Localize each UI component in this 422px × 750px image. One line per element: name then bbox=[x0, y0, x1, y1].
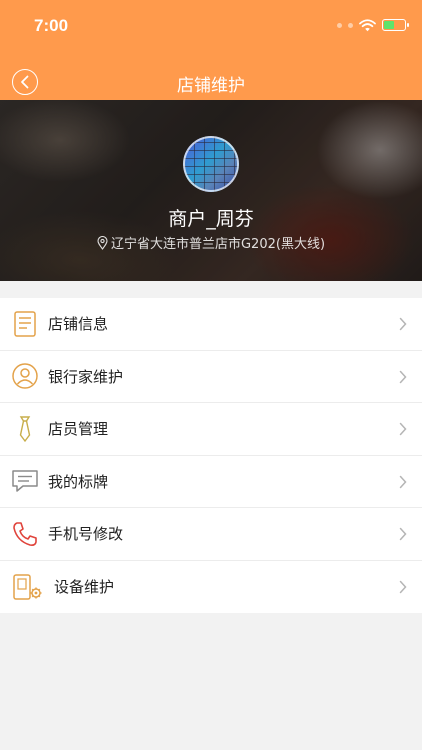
chevron-right-icon bbox=[399, 317, 407, 331]
location-pin-icon bbox=[97, 235, 108, 250]
device-gear-icon bbox=[11, 573, 45, 601]
tie-icon bbox=[11, 415, 39, 443]
settings-list: 店铺信息 银行家维护 店员管理 我的标牌 手机号修改 设备维护 bbox=[0, 298, 422, 613]
merchant-name: 商户_周芬 bbox=[168, 208, 254, 230]
menu-item-store-info[interactable]: 店铺信息 bbox=[0, 298, 422, 351]
page-title: 店铺维护 bbox=[177, 76, 245, 96]
address-text: 辽宁省大连市普兰店市G202(黑大线) bbox=[110, 237, 326, 252]
navigation-bar: 7:00 店铺维护 bbox=[0, 0, 422, 100]
status-icons bbox=[337, 17, 409, 33]
menu-label: 设备维护 bbox=[54, 578, 115, 597]
person-icon bbox=[11, 362, 39, 390]
chevron-right-icon bbox=[399, 422, 407, 436]
wifi-icon bbox=[359, 18, 376, 31]
store-info-icon bbox=[11, 310, 39, 338]
chevron-right-icon bbox=[399, 527, 407, 541]
menu-item-banker[interactable]: 银行家维护 bbox=[0, 351, 422, 403]
menu-label: 手机号修改 bbox=[48, 525, 124, 544]
chevron-right-icon bbox=[399, 580, 407, 593]
battery-icon bbox=[382, 19, 409, 31]
menu-item-staff[interactable]: 店员管理 bbox=[0, 403, 422, 456]
menu-item-sign[interactable]: 我的标牌 bbox=[0, 456, 422, 508]
phone-icon bbox=[11, 520, 39, 548]
avatar[interactable] bbox=[183, 136, 239, 192]
signal-dot bbox=[348, 22, 353, 28]
message-sign-icon bbox=[11, 467, 39, 495]
chevron-right-icon bbox=[399, 370, 407, 383]
menu-label: 我的标牌 bbox=[48, 472, 109, 491]
menu-label: 店员管理 bbox=[48, 420, 109, 439]
menu-item-phone[interactable]: 手机号修改 bbox=[0, 508, 422, 561]
menu-label: 银行家维护 bbox=[48, 367, 124, 386]
chevron-right-icon bbox=[399, 475, 407, 488]
menu-item-device[interactable]: 设备维护 bbox=[0, 561, 422, 614]
status-time: 7:00 bbox=[34, 16, 69, 35]
menu-label: 店铺信息 bbox=[48, 315, 109, 334]
signal-dot bbox=[337, 22, 342, 28]
address-line: 辽宁省大连市普兰店市G202(黑大线) bbox=[0, 233, 422, 252]
